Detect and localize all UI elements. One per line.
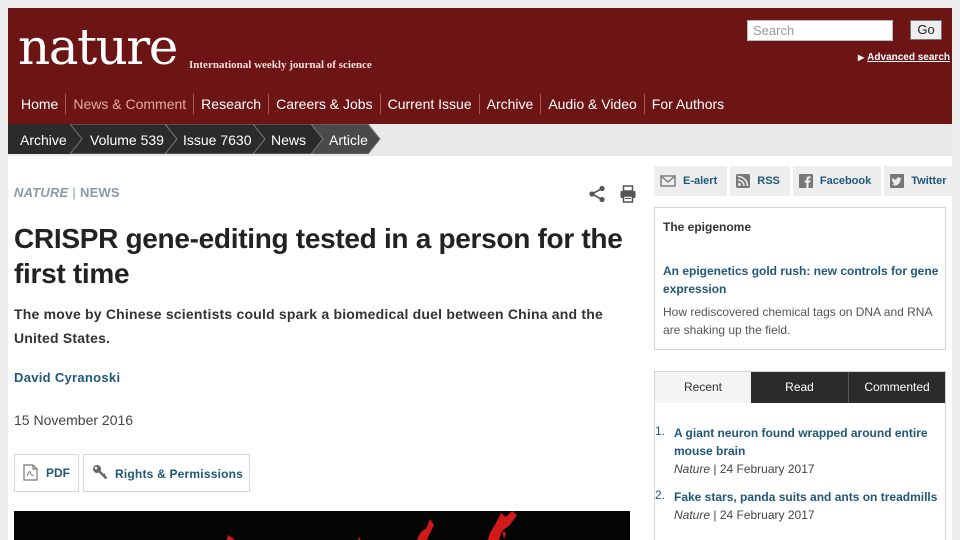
article-section: NATURE | NEWS <box>14 185 120 200</box>
breadcrumb-volume[interactable]: Volume 539 <box>78 125 164 155</box>
go-button[interactable]: Go <box>910 20 942 40</box>
share-icon[interactable] <box>588 185 606 203</box>
email-icon <box>660 175 676 187</box>
breadcrumb-label: Issue 7630 <box>183 132 252 148</box>
facebook-icon <box>798 174 813 188</box>
item-number: 2. <box>655 488 666 502</box>
breadcrumb-label: Volume 539 <box>90 132 164 148</box>
e-alert-button[interactable]: E-alert <box>654 166 728 196</box>
advanced-search-label: Advanced search <box>867 52 950 63</box>
pdf-label: PDF <box>46 466 70 480</box>
breadcrumb: Archive Volume 539 Issue 7630 News Artic… <box>8 124 952 156</box>
section-name[interactable]: NEWS <box>80 185 120 200</box>
pdf-button[interactable]: PDF <box>14 454 79 492</box>
article-headline: CRISPR gene-editing tested in a person f… <box>14 223 623 289</box>
item-meta: Nature | 24 February 2017 <box>674 506 939 524</box>
page-frame: nature International weekly journal of s… <box>0 0 960 540</box>
tagline: International weekly journal of science <box>189 59 372 71</box>
triangle-right-icon: ▶ <box>858 53 865 62</box>
epigenome-promo: The epigenome An epigenetics gold rush: … <box>654 207 946 350</box>
red-cells-image <box>14 511 630 540</box>
author-link[interactable]: David Cyranoski <box>14 370 120 385</box>
breadcrumb-issue[interactable]: Issue 7630 <box>171 125 252 155</box>
item-journal: Nature <box>674 508 711 522</box>
recent-list: 1. A giant neuron found wrapped around e… <box>655 424 939 534</box>
journal-name[interactable]: NATURE <box>14 185 68 200</box>
share-bar: E-alert RSS Facebook Twitter <box>654 166 952 196</box>
nature-logo[interactable]: nature <box>18 16 178 78</box>
article-hero-image <box>14 511 630 540</box>
nav-audio-video[interactable]: Audio & Video <box>540 94 643 114</box>
rss-icon <box>736 174 751 188</box>
breadcrumb-article[interactable]: Article <box>317 125 368 155</box>
masthead: nature International weekly journal of s… <box>8 8 952 124</box>
most-popular-panel: Recent Read Commented 1. A giant neuron … <box>654 371 946 540</box>
publication-date: 15 November 2016 <box>14 412 134 428</box>
promo-link[interactable]: An epigenetics gold rush: new controls f… <box>663 262 939 298</box>
rights-permissions-label: Rights & Permissions <box>115 467 244 481</box>
facebook-button[interactable]: Facebook <box>792 166 882 196</box>
section-separator: | <box>72 185 76 200</box>
rights-permissions-button[interactable]: Rights & Permissions <box>83 454 250 492</box>
item-date: | 24 February 2017 <box>713 462 815 476</box>
rss-button[interactable]: RSS <box>730 166 790 196</box>
breadcrumb-news[interactable]: News <box>259 125 306 155</box>
rss-label: RSS <box>757 175 780 187</box>
breadcrumb-label: Archive <box>20 132 67 148</box>
item-number: 1. <box>655 424 666 438</box>
key-icon <box>93 465 108 480</box>
twitter-button[interactable]: Twitter <box>884 166 952 196</box>
breadcrumb-label: News <box>271 132 307 148</box>
twitter-label: Twitter <box>911 175 947 187</box>
tab-commented[interactable]: Commented <box>849 372 945 403</box>
breadcrumb-label: Article <box>329 132 368 148</box>
tab-recent[interactable]: Recent <box>655 372 751 403</box>
print-icon[interactable] <box>619 185 637 203</box>
tab-read[interactable]: Read <box>751 372 849 403</box>
main-nav: Home News & Comment Research Careers & J… <box>15 94 731 114</box>
nav-news-comment[interactable]: News & Comment <box>65 94 193 114</box>
promo-description: How rediscovered chemical tags on DNA an… <box>663 305 932 337</box>
item-title-link[interactable]: Fake stars, panda suits and ants on trea… <box>674 488 939 506</box>
item-journal: Nature <box>674 462 711 476</box>
breadcrumb-archive[interactable]: Archive <box>8 125 67 155</box>
facebook-label: Facebook <box>819 175 872 187</box>
twitter-icon <box>890 174 905 188</box>
e-alert-label: E-alert <box>683 175 718 187</box>
nav-research[interactable]: Research <box>193 94 268 114</box>
nav-for-authors[interactable]: For Authors <box>643 94 731 114</box>
item-title-link[interactable]: A giant neuron found wrapped around enti… <box>674 424 939 460</box>
item-date: | 24 February 2017 <box>713 508 815 522</box>
promo-title: The epigenome <box>663 220 752 234</box>
list-item: 2. Fake stars, panda suits and ants on t… <box>655 488 939 524</box>
list-item: 1. A giant neuron found wrapped around e… <box>655 424 939 478</box>
search-input[interactable] <box>747 20 893 41</box>
nav-archive[interactable]: Archive <box>478 94 541 114</box>
item-meta: Nature | 24 February 2017 <box>674 460 939 478</box>
article-standfirst: The move by Chinese scientists could spa… <box>14 306 603 346</box>
advanced-search-link[interactable]: ▶ Advanced search <box>858 52 950 63</box>
nav-home[interactable]: Home <box>15 94 65 114</box>
nav-current-issue[interactable]: Current Issue <box>379 94 479 114</box>
pdf-icon <box>23 464 38 481</box>
nav-careers-jobs[interactable]: Careers & Jobs <box>268 94 379 114</box>
